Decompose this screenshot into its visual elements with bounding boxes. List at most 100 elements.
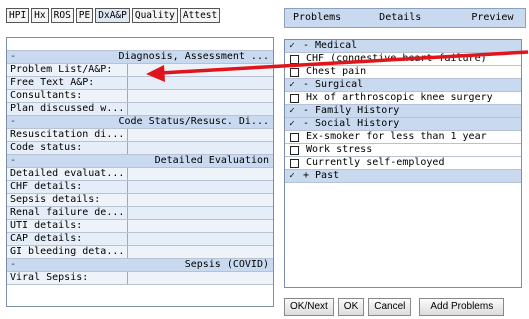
problem-item[interactable]: Hx of arthroscopic knee surgery <box>285 92 521 105</box>
problem-group[interactable]: ✓ - Surgical <box>285 79 521 92</box>
section-title: Detailed Evaluation <box>154 155 269 166</box>
field-label: Resuscitation di... <box>7 129 128 141</box>
field-label: Consultants: <box>7 90 128 102</box>
check-icon[interactable]: ✓ <box>285 79 299 91</box>
field-label: Detailed evaluat... <box>7 168 128 180</box>
problem-checkbox[interactable] <box>290 145 299 155</box>
field-value[interactable] <box>128 272 273 284</box>
problem-item[interactable]: CHF (congestive heart failure) <box>285 53 521 66</box>
field-label: CHF details: <box>7 181 128 193</box>
problem-group[interactable]: ✓ - Family History <box>285 105 521 118</box>
problem-item[interactable]: Work stress <box>285 144 521 157</box>
field-label: Free Text A&P: <box>7 77 128 89</box>
problem-label: - Surgical <box>303 79 364 90</box>
field-label: CAP details: <box>7 233 128 245</box>
right-tab-strip: Problems Details Preview <box>284 8 526 28</box>
form-field-row[interactable]: Consultants: <box>7 90 273 103</box>
section-header[interactable]: - Sepsis (COVID) <box>7 259 273 272</box>
problem-item[interactable]: Currently self-employed <box>285 157 521 170</box>
section-title: Code Status/Resusc. Di... <box>118 116 269 127</box>
problem-item[interactable]: Ex-smoker for less than 1 year <box>285 131 521 144</box>
button-bar: OK/Next OK Cancel Add Problems <box>284 298 505 316</box>
problem-checkbox[interactable] <box>290 67 299 77</box>
field-value[interactable] <box>128 194 273 206</box>
problem-label: Hx of arthroscopic knee surgery <box>306 92 493 103</box>
cancel-button[interactable]: Cancel <box>368 298 412 316</box>
field-label: GI bleeding deta... <box>7 246 128 258</box>
field-label: Viral Sepsis: <box>7 272 128 284</box>
field-value[interactable] <box>128 207 273 219</box>
form-field-row[interactable]: Detailed evaluat... <box>7 168 273 181</box>
section-header[interactable]: - Detailed Evaluation <box>7 155 273 168</box>
field-value[interactable] <box>128 168 273 180</box>
problem-group[interactable]: ✓ - Medical <box>285 40 521 53</box>
form-field-row[interactable]: GI bleeding deta... <box>7 246 273 259</box>
assessment-form: - Diagnosis, Assessment ... Problem List/A… <box>6 37 274 307</box>
field-value[interactable] <box>128 181 273 193</box>
form-field-row[interactable]: Renal failure de... <box>7 207 273 220</box>
form-field-row[interactable]: CHF details: <box>7 181 273 194</box>
form-field-row[interactable]: Sepsis details: <box>7 194 273 207</box>
section-header[interactable]: - Code Status/Resusc. Di... <box>7 116 273 129</box>
form-field-row[interactable]: UTI details: <box>7 220 273 233</box>
field-value[interactable] <box>128 233 273 245</box>
section-title: Sepsis (COVID) <box>184 259 269 270</box>
form-field-row[interactable]: Free Text A&P: <box>7 77 273 90</box>
tab-hpi[interactable]: HPI <box>6 8 30 23</box>
problem-checkbox[interactable] <box>290 132 299 142</box>
field-value[interactable] <box>128 220 273 232</box>
tab-attest[interactable]: Attest <box>179 8 221 23</box>
field-value[interactable] <box>128 77 273 89</box>
problem-checkbox[interactable] <box>290 158 299 168</box>
problem-checkbox[interactable] <box>290 93 299 103</box>
tab-preview[interactable]: Preview <box>471 9 513 27</box>
form-field-row[interactable]: CAP details: <box>7 233 273 246</box>
add-problems-button[interactable]: Add Problems <box>419 298 505 316</box>
tab-pe[interactable]: PE <box>75 8 94 23</box>
field-value[interactable] <box>128 64 273 76</box>
problem-label: + Past <box>303 170 340 181</box>
problem-label: CHF (congestive heart failure) <box>306 53 487 64</box>
problem-label: - Social History <box>303 118 400 129</box>
check-icon[interactable]: ✓ <box>285 40 299 52</box>
ok-button[interactable]: OK <box>337 298 365 316</box>
tab-ros[interactable]: ROS <box>50 8 74 23</box>
collapse-icon[interactable]: - <box>7 116 24 128</box>
problem-checkbox[interactable] <box>290 54 299 64</box>
tab-dxap[interactable]: DxA&P <box>95 8 130 23</box>
form-field-row[interactable]: Plan discussed w... <box>7 103 273 116</box>
problem-group[interactable]: ✓ - Social History <box>285 118 521 131</box>
check-icon[interactable]: ✓ <box>285 118 299 130</box>
check-icon[interactable]: ✓ <box>285 170 299 182</box>
problem-label: Currently self-employed <box>306 157 445 168</box>
form-field-row[interactable]: Problem List/A&P: <box>7 64 273 77</box>
problem-list: ✓ - Medical CHF (congestive heart failure)… <box>284 39 522 288</box>
tab-hx[interactable]: Hx <box>31 8 49 23</box>
field-value[interactable] <box>128 142 273 154</box>
field-label: Code status: <box>7 142 128 154</box>
ok-next-button[interactable]: OK/Next <box>284 298 334 316</box>
field-value[interactable] <box>128 90 273 102</box>
problem-item[interactable]: Chest pain <box>285 66 521 79</box>
problem-label: Chest pain <box>306 66 367 77</box>
problem-label: - Medical <box>303 40 358 51</box>
collapse-icon[interactable]: - <box>7 155 24 167</box>
check-icon[interactable]: ✓ <box>285 105 299 117</box>
field-value[interactable] <box>128 246 273 258</box>
section-header[interactable]: - Diagnosis, Assessment ... <box>7 51 273 64</box>
field-value[interactable] <box>128 129 273 141</box>
form-field-row[interactable]: Viral Sepsis: <box>7 272 273 285</box>
field-value[interactable] <box>128 103 273 115</box>
tab-problems[interactable]: Problems <box>293 9 341 27</box>
collapse-icon[interactable]: - <box>7 259 24 271</box>
field-label: Plan discussed w... <box>7 103 128 115</box>
form-field-row[interactable]: Code status: <box>7 142 273 155</box>
form-field-row[interactable]: Resuscitation di... <box>7 129 273 142</box>
field-label: UTI details: <box>7 220 128 232</box>
collapse-icon[interactable]: - <box>7 51 24 63</box>
form-header-row <box>7 38 273 51</box>
problem-group[interactable]: ✓ + Past <box>285 170 521 183</box>
tab-quality[interactable]: Quality <box>131 8 178 23</box>
field-label: Renal failure de... <box>7 207 128 219</box>
tab-details[interactable]: Details <box>379 9 421 27</box>
